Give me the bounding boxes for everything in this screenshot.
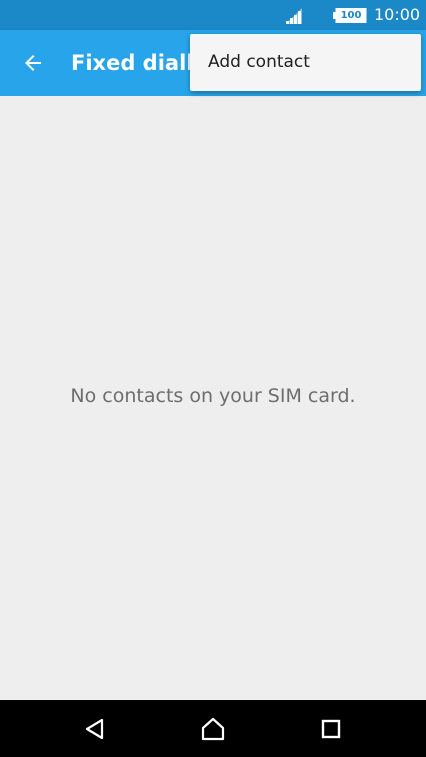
contact-list-area: No contacts on your SIM card. [0, 96, 426, 700]
status-clock: 10:00 [374, 5, 421, 24]
empty-state-message: No contacts on your SIM card. [70, 385, 356, 407]
home-icon[interactable] [200, 716, 226, 742]
signal-icon [286, 8, 302, 24]
arrow-left-icon [25, 55, 41, 71]
recents-square-icon[interactable] [318, 716, 344, 742]
back-triangle-icon[interactable] [82, 716, 108, 742]
status-bar: 100 10:00 [0, 0, 426, 30]
navigation-bar [0, 700, 426, 757]
page-title: Fixed dialling numbers [71, 51, 201, 75]
back-button[interactable] [14, 44, 52, 82]
battery-level-text: 100 [340, 10, 362, 21]
menu-item-add-contact[interactable]: Add contact [190, 34, 421, 91]
overflow-menu: Add contact [190, 34, 421, 91]
